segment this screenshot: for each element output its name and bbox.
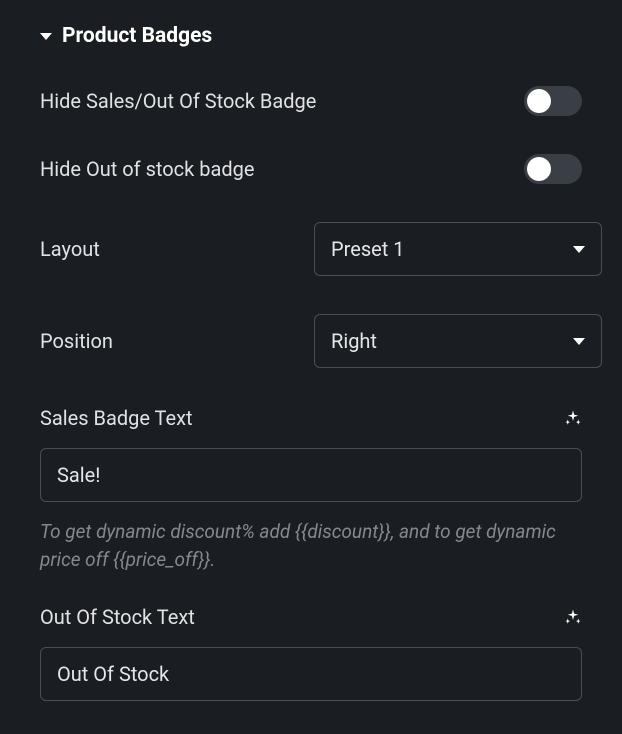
sales-text-label-row: Sales Badge Text: [20, 406, 602, 430]
position-label: Position: [40, 329, 113, 353]
section-title: Product Badges: [62, 24, 212, 48]
hide-sales-row: Hide Sales/Out Of Stock Badge: [20, 86, 602, 116]
hide-sales-label: Hide Sales/Out Of Stock Badge: [40, 89, 316, 113]
caret-down-icon: [573, 246, 585, 253]
sales-text-help: To get dynamic discount% add {{discount}…: [20, 502, 602, 573]
oos-text-value: Out Of Stock: [57, 662, 169, 686]
position-row: Position Right: [20, 314, 602, 368]
oos-text-label-row: Out Of Stock Text: [20, 605, 602, 629]
layout-select-value: Preset 1: [331, 237, 405, 261]
toggle-knob: [527, 89, 551, 113]
oos-text-label: Out Of Stock Text: [40, 605, 195, 629]
chevron-down-icon: [40, 33, 52, 40]
hide-oos-toggle[interactable]: [524, 154, 582, 184]
position-select[interactable]: Right: [314, 314, 602, 368]
hide-oos-row: Hide Out of stock badge: [20, 154, 602, 184]
layout-row: Layout Preset 1: [20, 222, 602, 276]
caret-down-icon: [573, 338, 585, 345]
sales-text-value: Sale!: [57, 463, 100, 487]
layout-label: Layout: [40, 237, 100, 261]
position-select-value: Right: [331, 329, 377, 353]
hide-oos-label: Hide Out of stock badge: [40, 157, 254, 181]
layout-select[interactable]: Preset 1: [314, 222, 602, 276]
sparkle-icon[interactable]: [564, 608, 582, 626]
toggle-knob: [527, 157, 551, 181]
sparkle-icon[interactable]: [564, 409, 582, 427]
sales-text-input[interactable]: Sale!: [40, 448, 582, 502]
oos-text-input[interactable]: Out Of Stock: [40, 647, 582, 701]
hide-sales-toggle[interactable]: [524, 86, 582, 116]
section-header[interactable]: Product Badges: [20, 24, 602, 48]
sales-text-label: Sales Badge Text: [40, 406, 193, 430]
